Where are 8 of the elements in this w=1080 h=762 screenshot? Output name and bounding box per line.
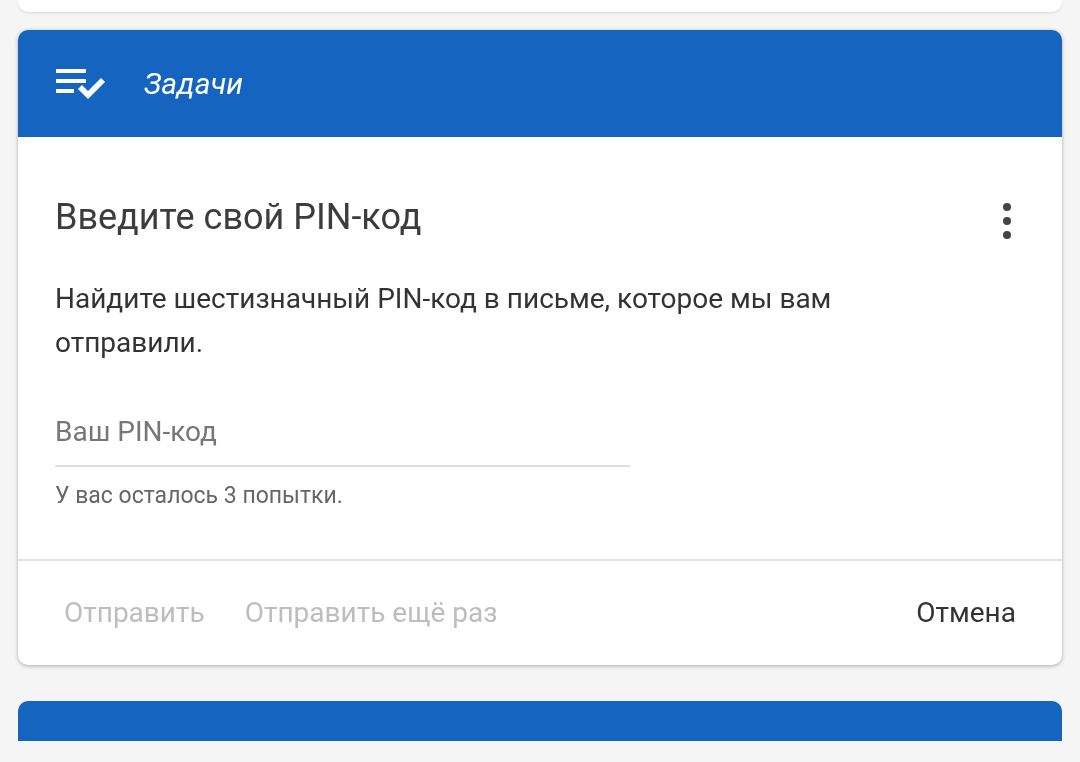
- description: Найдите шестизначный PIN-код в письме, которое мы вам отправили.: [54, 281, 833, 361]
- header-title: Задачи: [144, 65, 244, 103]
- card-title: Введите свой PIN-код: [55, 195, 422, 240]
- pin-input-field[interactable]: Ваш PIN-код: [55, 411, 630, 467]
- helper-text: У вас осталось 3 попытки.: [54, 481, 344, 511]
- checklist-icon: [56, 66, 106, 101]
- action-button[interactable]: Отмена: [896, 581, 1036, 644]
- more-options-button[interactable]: [1003, 203, 1011, 239]
